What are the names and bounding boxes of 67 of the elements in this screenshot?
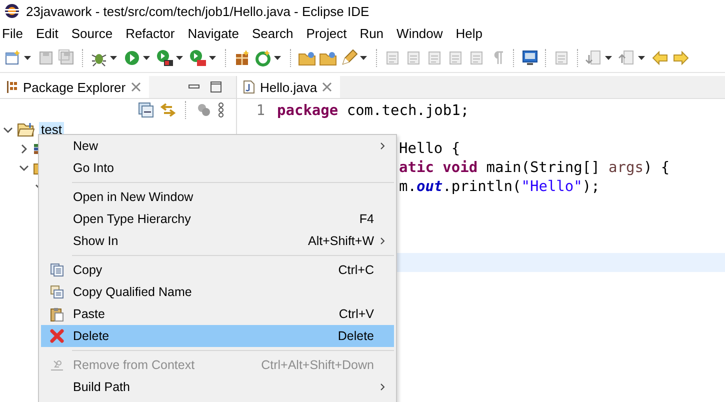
menu-item[interactable]: Refactor xyxy=(126,26,182,40)
menu-item[interactable]: Open in New Window xyxy=(41,186,394,208)
dropdown-caret-icon[interactable] xyxy=(360,56,367,60)
editor-tab[interactable]: Hello.java xyxy=(237,76,340,98)
menu-item[interactable]: Edit xyxy=(36,26,66,40)
expand-chevron-icon[interactable] xyxy=(19,162,29,172)
back-arrow-icon[interactable] xyxy=(651,49,669,67)
forward-arrow-icon[interactable] xyxy=(672,49,690,67)
java-file-icon xyxy=(243,80,255,94)
menu-item[interactable]: Help xyxy=(456,26,490,40)
copy-icon xyxy=(50,285,64,299)
dropdown-caret-icon[interactable] xyxy=(176,56,183,60)
menu-item[interactable]: Delete Delete xyxy=(41,325,394,347)
dropdown-caret-icon[interactable] xyxy=(638,56,645,60)
menu-item[interactable]: Project xyxy=(306,26,354,40)
menu-item[interactable]: Open Type Hierarchy F4 xyxy=(41,208,394,230)
menu-item[interactable]: New xyxy=(41,135,394,157)
menu-item[interactable]: Window xyxy=(396,26,450,40)
line-number: 1 xyxy=(256,102,265,118)
filter-icon[interactable] xyxy=(196,102,212,118)
dropdown-caret-icon[interactable] xyxy=(24,56,31,60)
remove-context-icon xyxy=(50,358,64,372)
save-all-icon[interactable] xyxy=(58,49,76,67)
maximize-icon[interactable] xyxy=(210,81,222,93)
run-config-icon[interactable] xyxy=(156,49,174,67)
code-line: package com.tech.job1; xyxy=(277,102,470,118)
expand-chevron-icon[interactable] xyxy=(19,144,29,154)
monitor-icon[interactable] xyxy=(521,49,539,67)
dropdown-caret-icon[interactable] xyxy=(274,56,281,60)
view-menu-icon[interactable] xyxy=(218,102,224,118)
dropdown-caret-icon[interactable] xyxy=(143,56,150,60)
code-line: m.out.println("Hello"); xyxy=(399,178,600,194)
menu-item[interactable]: Paste Ctrl+V xyxy=(41,303,394,325)
menu-item[interactable]: Navigate xyxy=(188,26,246,40)
code-line: atic void main(String[] args) { xyxy=(399,160,670,176)
expand-chevron-icon[interactable] xyxy=(3,124,13,134)
menu-item[interactable]: Search xyxy=(252,26,300,40)
new-file-icon[interactable] xyxy=(4,49,22,67)
menu-item[interactable]: Copy Ctrl+C xyxy=(41,259,394,281)
project-folder-icon xyxy=(17,122,35,137)
menu-item[interactable]: Show In Alt+Shift+W xyxy=(41,230,394,252)
folder-icon[interactable] xyxy=(298,49,316,67)
close-icon[interactable] xyxy=(322,82,332,92)
collapse-all-icon[interactable] xyxy=(138,102,154,118)
window-title: 23javawork - test/src/com/tech/job1/Hello.java - Eclipse IDE xyxy=(26,4,370,18)
link-editor-icon[interactable] xyxy=(160,102,176,118)
folder-icon[interactable] xyxy=(319,49,337,67)
pencil-icon[interactable] xyxy=(340,49,358,67)
delete-icon xyxy=(50,329,64,343)
package-explorer-icon xyxy=(6,80,18,94)
clipboard-icon xyxy=(50,306,64,322)
menu-item[interactable]: Build Path xyxy=(41,376,394,398)
dropdown-caret-icon[interactable] xyxy=(209,56,216,60)
tool-run-icon[interactable] xyxy=(189,49,207,67)
dropdown-caret-icon[interactable] xyxy=(605,56,612,60)
code-line: Hello { xyxy=(399,140,460,156)
dropdown-caret-icon[interactable] xyxy=(110,56,117,60)
copy-icon xyxy=(50,263,64,277)
eclipse-logo-icon xyxy=(4,3,20,19)
menu-item[interactable]: Run xyxy=(360,26,391,40)
menu-item[interactable]: File xyxy=(2,26,30,40)
package-icon[interactable] xyxy=(233,49,251,67)
menu-item[interactable]: Source xyxy=(71,26,120,40)
menu-item[interactable]: Copy Qualified Name xyxy=(41,281,394,303)
close-icon[interactable] xyxy=(130,82,141,92)
save-icon[interactable] xyxy=(37,49,55,67)
menu-item[interactable]: Go Into xyxy=(41,157,394,179)
